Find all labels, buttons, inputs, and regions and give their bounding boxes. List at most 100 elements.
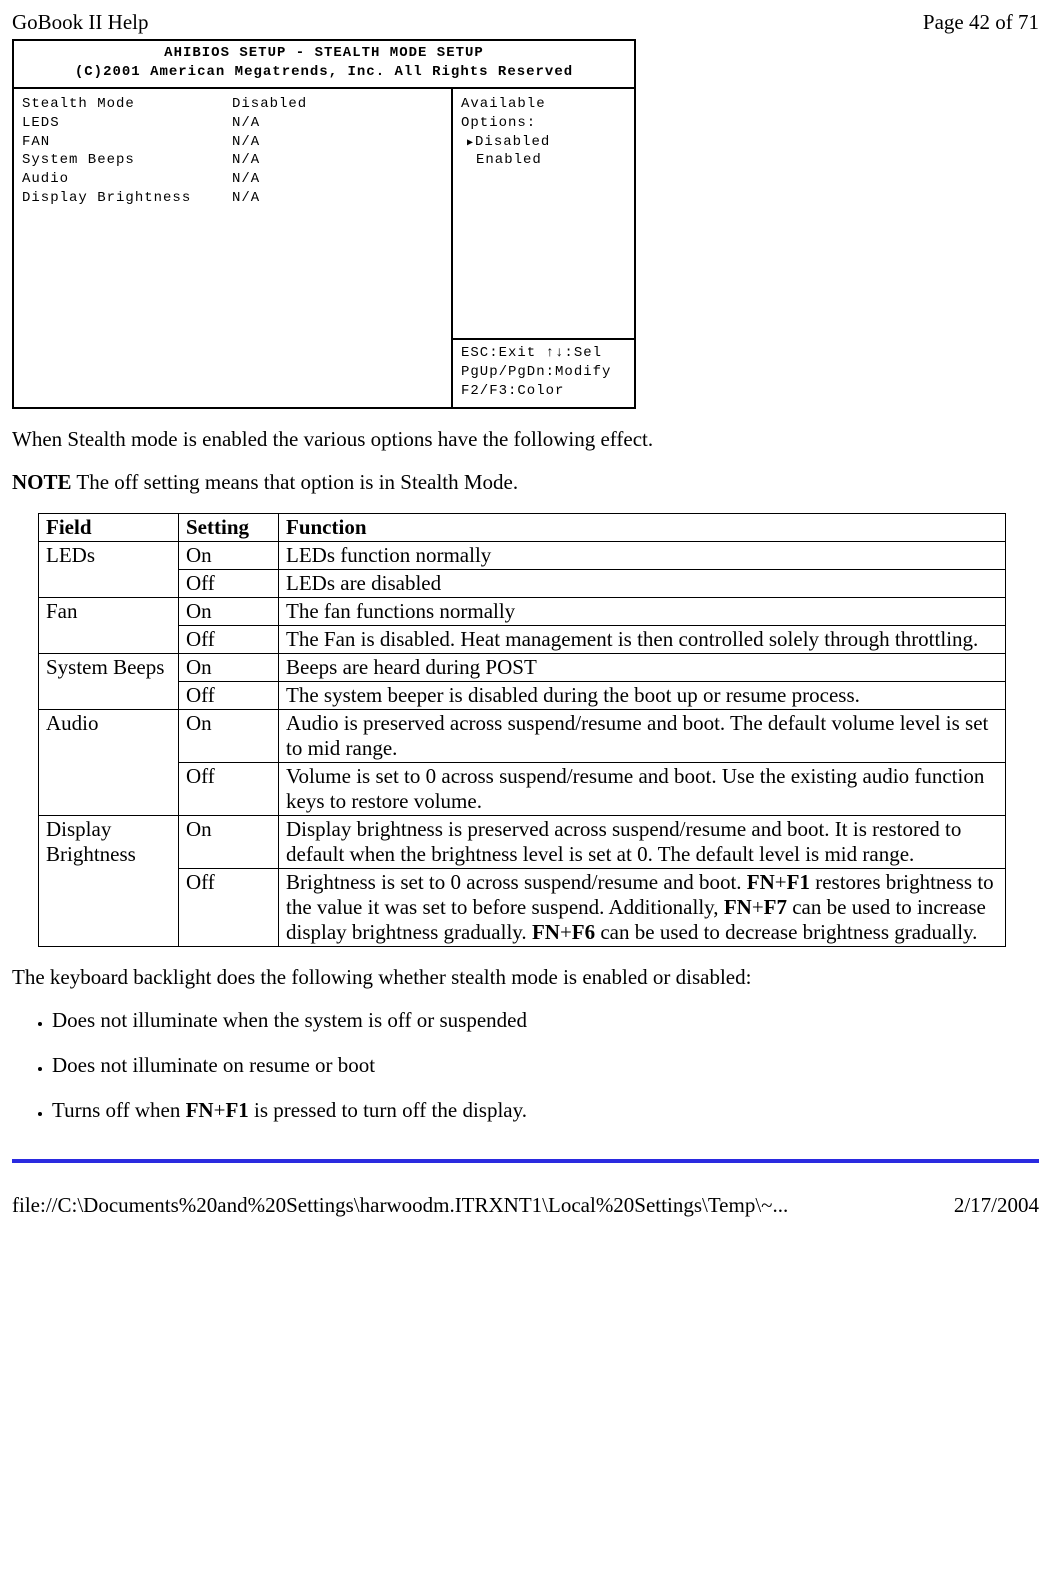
note-label: NOTE	[12, 470, 72, 494]
cell-setting: On	[179, 815, 279, 868]
cell-function: The Fan is disabled. Heat management is …	[279, 625, 1006, 653]
footer-date: 2/17/2004	[954, 1193, 1039, 1218]
bios-help-keys: ESC:Exit ↑↓:Sel PgUp/PgDn:Modify F2/F3:C…	[453, 338, 634, 401]
cell-field: System Beeps	[39, 653, 179, 709]
table-header-row: Field Setting Function	[39, 513, 1006, 541]
key-fn: FN	[724, 895, 752, 919]
key-f6: F6	[572, 920, 595, 944]
bios-val: N/A	[232, 189, 443, 208]
bios-title-line1: AHIBIOS SETUP - STEALTH MODE SETUP	[18, 44, 630, 63]
cell-field: Fan	[39, 597, 179, 653]
separator-rule	[12, 1159, 1039, 1163]
page-header: GoBook II Help Page 42 of 71	[12, 10, 1039, 35]
note-text: The off setting means that option is in …	[72, 470, 519, 494]
doc-title: GoBook II Help	[12, 10, 148, 35]
cell-field: Audio	[39, 709, 179, 815]
bios-title: AHIBIOS SETUP - STEALTH MODE SETUP (C)20…	[14, 41, 634, 89]
cell-function: LEDs function normally	[279, 541, 1006, 569]
bios-option-label: Disabled	[475, 134, 550, 150]
bios-options-title: Available Options:	[461, 95, 626, 133]
bios-option: Enabled	[467, 151, 626, 170]
bios-val: N/A	[232, 151, 443, 170]
bios-help-line: ESC:Exit ↑↓:Sel	[461, 344, 626, 363]
bios-val: Disabled	[232, 95, 443, 114]
table-row: Display Brightness On Display brightness…	[39, 815, 1006, 868]
cell-field: LEDs	[39, 541, 179, 597]
bios-key: FAN	[22, 133, 232, 152]
table-row: Off LEDs are disabled	[39, 569, 1006, 597]
bios-screenshot: AHIBIOS SETUP - STEALTH MODE SETUP (C)20…	[12, 39, 636, 409]
paragraph: The keyboard backlight does the followin…	[12, 965, 1039, 990]
bios-key: Stealth Mode	[22, 95, 232, 114]
note-paragraph: NOTE The off setting means that option i…	[12, 470, 1039, 495]
stealth-options-table: Field Setting Function LEDs On LEDs func…	[38, 513, 1006, 947]
cell-setting: Off	[179, 625, 279, 653]
key-fn: FN	[747, 870, 775, 894]
bios-key: Audio	[22, 170, 232, 189]
footer-path: file://C:\Documents%20and%20Settings\har…	[12, 1193, 788, 1218]
bios-options-panel: Available Options: Disabled Enabled ESC:…	[453, 89, 634, 407]
cell-function: Brightness is set to 0 across suspend/re…	[279, 868, 1006, 946]
paragraph: When Stealth mode is enabled the various…	[12, 427, 1039, 452]
table-row: Off Brightness is set to 0 across suspen…	[39, 868, 1006, 946]
text: is pressed to turn off the display.	[249, 1098, 527, 1122]
bios-key: Display Brightness	[22, 189, 232, 208]
bios-row: LEDSN/A	[22, 114, 443, 133]
key-f7: F7	[764, 895, 787, 919]
cell-setting: Off	[179, 681, 279, 709]
cell-function: Beeps are heard during POST	[279, 653, 1006, 681]
th-setting: Setting	[179, 513, 279, 541]
text: Brightness is set to 0 across suspend/re…	[286, 870, 747, 894]
bios-row: Display BrightnessN/A	[22, 189, 443, 208]
cell-function: The system beeper is disabled during the…	[279, 681, 1006, 709]
bios-row: System BeepsN/A	[22, 151, 443, 170]
bios-row: Stealth ModeDisabled	[22, 95, 443, 114]
bios-option-selected: Disabled	[467, 133, 626, 152]
bios-help-line: PgUp/PgDn:Modify	[461, 363, 626, 382]
key-fn: FN	[532, 920, 560, 944]
text: can be used to decrease brightness gradu…	[595, 920, 977, 944]
bios-title-line2: (C)2001 American Megatrends, Inc. All Ri…	[18, 63, 630, 82]
bios-options-top: Available Options: Disabled Enabled	[461, 95, 626, 171]
bios-help-line: F2/F3:Color	[461, 382, 626, 401]
bios-key: System Beeps	[22, 151, 232, 170]
table-row: Off The system beeper is disabled during…	[39, 681, 1006, 709]
key-f1: F1	[787, 870, 810, 894]
table-row: Audio On Audio is preserved across suspe…	[39, 709, 1006, 762]
bios-val: N/A	[232, 133, 443, 152]
cell-field: Display Brightness	[39, 815, 179, 946]
bios-val: N/A	[232, 114, 443, 133]
cell-function: Volume is set to 0 across suspend/resume…	[279, 762, 1006, 815]
th-field: Field	[39, 513, 179, 541]
list-item: Does not illuminate when the system is o…	[52, 1008, 1039, 1033]
table-row: Off The Fan is disabled. Heat management…	[39, 625, 1006, 653]
bios-settings-panel: Stealth ModeDisabled LEDSN/A FANN/A Syst…	[14, 89, 453, 407]
table-row: System Beeps On Beeps are heard during P…	[39, 653, 1006, 681]
text: +	[214, 1098, 226, 1122]
cell-setting: Off	[179, 868, 279, 946]
bios-key: LEDS	[22, 114, 232, 133]
th-function: Function	[279, 513, 1006, 541]
cell-function: The fan functions normally	[279, 597, 1006, 625]
cell-function: Display brightness is preserved across s…	[279, 815, 1006, 868]
list-item: Turns off when FN+F1 is pressed to turn …	[52, 1098, 1039, 1123]
page-footer: file://C:\Documents%20and%20Settings\har…	[12, 1193, 1039, 1218]
cell-setting: On	[179, 597, 279, 625]
table-row: LEDs On LEDs function normally	[39, 541, 1006, 569]
backlight-list: Does not illuminate when the system is o…	[28, 1008, 1039, 1123]
page-number: Page 42 of 71	[923, 10, 1039, 35]
list-item: Does not illuminate on resume or boot	[52, 1053, 1039, 1078]
cell-setting: On	[179, 541, 279, 569]
table-row: Off Volume is set to 0 across suspend/re…	[39, 762, 1006, 815]
key-f1: F1	[225, 1098, 248, 1122]
bios-row: AudioN/A	[22, 170, 443, 189]
bios-row: FANN/A	[22, 133, 443, 152]
cell-setting: Off	[179, 569, 279, 597]
cell-setting: On	[179, 653, 279, 681]
cell-function: LEDs are disabled	[279, 569, 1006, 597]
cell-setting: Off	[179, 762, 279, 815]
text: Turns off when	[52, 1098, 186, 1122]
cell-function: Audio is preserved across suspend/resume…	[279, 709, 1006, 762]
bios-val: N/A	[232, 170, 443, 189]
key-fn: FN	[186, 1098, 214, 1122]
